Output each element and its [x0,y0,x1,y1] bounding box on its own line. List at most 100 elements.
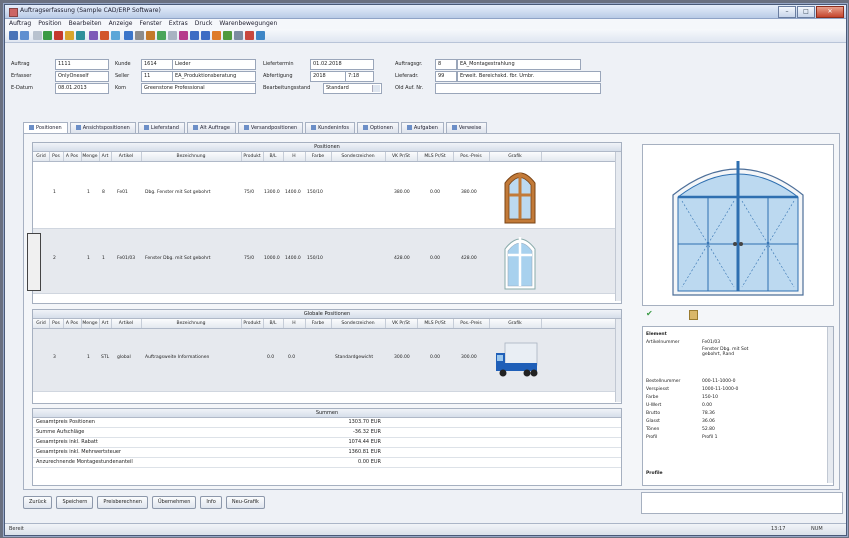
oldauftnr-field[interactable] [435,83,601,94]
auftragsgruppe-name-field[interactable]: EA_Montagestrahlung [457,59,581,70]
col-artikel[interactable]: Artikel [111,152,142,161]
lieferadr-name-field[interactable]: Erweit. Bereichskd. fbr. Umbr. [457,71,601,82]
info-button[interactable]: Info [200,496,222,509]
menu-bearbeiten[interactable]: Bearbeiten [69,19,102,29]
col-grid[interactable]: Grid [33,319,50,328]
menu-fenster[interactable]: Fenster [139,19,161,29]
col-vk[interactable]: VK Pr/St [385,319,418,328]
folder-icon[interactable] [65,31,74,40]
tab-alt-auftrage[interactable]: Alt Auftrage [186,122,236,133]
col-apos[interactable]: A Pos [63,319,82,328]
notes-field[interactable] [641,492,843,514]
col-pospreis[interactable]: Pos.-Preis [453,152,490,161]
col-produkt[interactable]: Produkt [241,319,264,328]
stop-icon[interactable] [245,31,254,40]
check-icon[interactable] [157,31,166,40]
auftragsgruppe-nr-field[interactable]: 8 [435,59,457,70]
abfertigung-date-field[interactable]: 2018 [310,71,346,82]
col-bezeichnung[interactable]: Bezeichnung [141,152,242,161]
col-sonderzeichen[interactable]: Sonderzeichen [331,152,386,161]
col-pospreis[interactable]: Pos.-Preis [453,319,490,328]
menu-warenbewegungen[interactable]: Warenbewegungen [219,19,277,29]
tab-aufgaben[interactable]: Aufgaben [400,122,444,133]
menu-druck[interactable]: Druck [195,19,213,29]
col-bl[interactable]: B/L [263,152,284,161]
refresh-icon[interactable] [223,31,232,40]
tab-versandpositionen[interactable]: Versandpositionen [237,122,304,133]
edatum-field[interactable]: 08.01.2013 [55,83,109,94]
tab-optionen[interactable]: Optionen [356,122,399,133]
col-vk[interactable]: VK Pr/St [385,152,418,161]
kunde-nr-field[interactable]: 1614 [141,59,173,70]
col-farbe[interactable]: Farbe [305,319,332,328]
abfertigung-time-field[interactable]: 7:18 [345,71,374,82]
col-grid[interactable]: Grid [33,152,50,161]
col-grafik[interactable]: Grafik [489,152,542,161]
minimize-button[interactable]: – [778,6,796,18]
new-icon[interactable] [9,31,18,40]
tab-verweise[interactable]: Verweise [445,122,488,133]
col-mls[interactable]: MLS Pr/St [417,319,454,328]
calc-icon[interactable] [146,31,155,40]
col-artikel[interactable]: Artikel [111,319,142,328]
arrow-left-icon[interactable] [190,31,199,40]
tab-kundeninfos[interactable]: Kundeninfos [305,122,355,133]
save-button[interactable]: Speichern [56,496,94,509]
grid-icon[interactable] [135,31,144,40]
col-bezeichnung[interactable]: Bezeichnung [141,319,242,328]
col-menge[interactable]: Menge [81,319,100,328]
menu-extras[interactable]: Extras [169,19,188,29]
kunde-name-field[interactable]: Lieder [172,59,256,70]
col-bl[interactable]: B/L [263,319,284,328]
col-menge[interactable]: Menge [81,152,100,161]
col-h[interactable]: H [283,152,306,161]
calculate-price-button[interactable]: Preisberechnen [97,496,148,509]
save-icon[interactable] [20,31,29,40]
auftrag-field[interactable]: 1111 [55,59,109,70]
positions-scrollbar[interactable] [615,152,621,301]
col-sonderzeichen[interactable]: Sonderzeichen [331,319,386,328]
export-icon[interactable] [100,31,109,40]
menu-position[interactable]: Position [38,19,61,29]
global-scrollbar[interactable] [615,319,621,402]
info-scrollbar[interactable] [827,327,833,483]
settings-icon[interactable] [212,31,221,40]
table-row[interactable]: 1 1 8 Fe01 Dbg. Fenster mit Sot gebohrt … [33,162,621,229]
print-icon[interactable] [89,31,98,40]
menu-anzeige[interactable]: Anzeige [109,19,133,29]
delete-icon[interactable] [54,31,63,40]
help-icon[interactable] [234,31,243,40]
seller-name-field[interactable]: EA_Produktionsberatung [172,71,256,82]
window-icon[interactable] [124,31,133,40]
maximize-button[interactable]: □ [797,6,815,18]
erfasser-field[interactable]: OnlyOneself [55,71,109,82]
back-button[interactable]: Zurück [23,496,53,509]
col-pos[interactable]: Pos [49,319,64,328]
tab-lieferstand[interactable]: Lieferstand [137,122,185,133]
col-farbe[interactable]: Farbe [305,152,332,161]
tab-ansichtspositionen[interactable]: Ansichtspositionen [69,122,136,133]
col-produkt[interactable]: Produkt [241,152,264,161]
row-selector[interactable] [27,233,41,291]
table-row[interactable]: 2 1 1 Fe01/03 Fenster Dbg. mit Sot geboh… [27,229,621,294]
menu-auftrag[interactable]: Auftrag [9,19,31,29]
new-graphic-button[interactable]: Neu-Grafik [225,496,265,509]
table-row[interactable]: 3 1 STL global Auftragsweite Information… [33,329,621,392]
checkmark-icon[interactable]: ✔ [646,310,654,318]
col-mls[interactable]: MLS Pr/St [417,152,454,161]
liefertermin-field[interactable]: 01.02.2018 [310,59,374,70]
apply-button[interactable]: Übernehmen [151,496,197,509]
copy-icon[interactable] [76,31,85,40]
info-icon[interactable] [256,31,265,40]
add-icon[interactable] [43,31,52,40]
seller-nr-field[interactable]: 11 [141,71,173,82]
filter-icon[interactable] [179,31,188,40]
col-h[interactable]: H [283,319,306,328]
close-button[interactable]: ✕ [816,6,844,18]
lieferadr-nr-field[interactable]: 99 [435,71,457,82]
bearbeitungsstand-select[interactable]: Standard [323,83,382,94]
col-apos[interactable]: A Pos [63,152,82,161]
col-grafik[interactable]: Grafik [489,319,542,328]
arrow-right-icon[interactable] [201,31,210,40]
search-icon[interactable] [111,31,120,40]
